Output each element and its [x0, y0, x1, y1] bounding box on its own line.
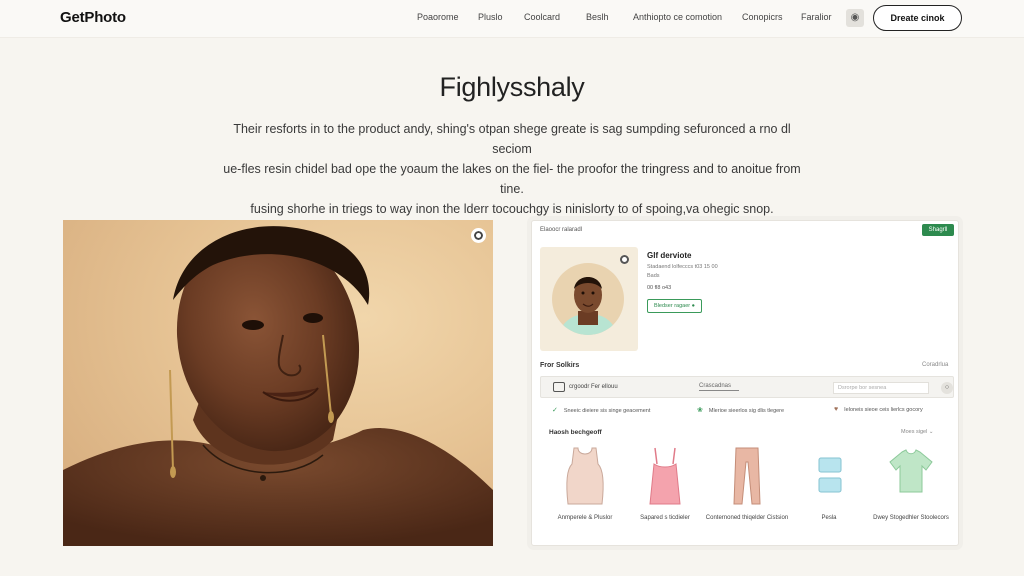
products-more-label: Moes sigel [901, 429, 928, 435]
check-icon: ✓ [552, 407, 558, 414]
filter-bar: crgoodr Fer ellouu Crascadnas Dsrorpe bo… [540, 376, 954, 398]
create-button[interactable]: Dreate cinok [873, 5, 962, 31]
feature-text-3: Ieloneis sieoe ceis lierlcs gocory [844, 407, 923, 413]
nav-link-1[interactable]: Poaorome [417, 12, 459, 22]
hero-description: Their resforts in to the product andy, s… [222, 119, 802, 219]
nav-link-3[interactable]: Coolcard [524, 12, 560, 22]
profile-meta-1: Stadaend lolfecccs t03 15 00 [647, 264, 718, 270]
product-card-3[interactable]: Conternoned thiqelder Cistsion [706, 446, 788, 536]
product-label-5: Dwey Stogedhler Stoolecors [873, 515, 949, 521]
hero-line-2: ue-fles resin chidel bad ope the yoaum t… [223, 162, 801, 196]
profile-chip-button[interactable]: Bledser ragaer ● [647, 299, 702, 313]
portrait-illustration [63, 226, 493, 546]
tank-top-image [566, 447, 604, 505]
product-card-2[interactable]: Sapared s ticdieler [630, 446, 700, 536]
avatar [552, 263, 624, 335]
product-label-2: Sapared s ticdieler [640, 515, 690, 521]
camisole-image [649, 447, 681, 505]
portrait-photo [63, 220, 493, 546]
feature-item-2: ❀ Mlerioe sieerlos sig dlis tlegere [697, 406, 784, 414]
photo-option-icon[interactable] [471, 228, 486, 243]
products-more-link[interactable]: Moes sigel ⌄ [901, 429, 933, 435]
hero-title: Fighlysshaly [439, 72, 585, 102]
product-card-5[interactable]: Dwey Stogedhler Stoolecors [873, 446, 949, 536]
section-link[interactable]: Coradrlua [922, 362, 948, 368]
trousers-image [733, 447, 761, 505]
refresh-icon[interactable]: ○ [941, 382, 953, 394]
hero-line-1: Their resforts in to the product andy, s… [233, 122, 791, 156]
product-panel: Elaoocr ralaradl Shagrll Glf derviote St… [531, 220, 959, 546]
feature-text-2: Mlerioe sieerlos sig dlis tlegere [708, 408, 785, 414]
nav-link-2[interactable]: Pluslo [478, 12, 503, 22]
feature-item-3: ♥ Ieloneis sieoe ceis lierlcs gocory [834, 406, 923, 413]
top-nav: GetPhoto Poaorome Pluslo Coolcard Beslh … [0, 0, 1024, 38]
section-title: Fror Solkirs [540, 362, 580, 369]
avatar-illustration [558, 277, 618, 335]
user-icon[interactable]: ◉ [846, 9, 864, 27]
product-card-4[interactable]: Pesla [794, 446, 864, 536]
product-label-4: Pesla [821, 515, 837, 521]
hero-line-3: fusing shorhe in triegs to way inon the … [250, 202, 774, 216]
nav-link-5[interactable]: Anthiopto ce comotion [633, 12, 722, 22]
nav-link-7[interactable]: Faralior [801, 12, 832, 22]
profile-meta-3: 00 fl8 o43 [647, 285, 672, 291]
share-button[interactable]: Shagrll [922, 224, 954, 236]
products-title: Haosh bechgeoff [549, 429, 602, 436]
avatar-option-icon[interactable] [620, 255, 629, 264]
nav-link-4[interactable]: Beslh [586, 12, 609, 22]
product-label-3: Conternoned thiqelder Cistsion [705, 515, 789, 521]
folder-icon [553, 382, 565, 392]
filter-label[interactable]: crgoodr Fer ellouu [569, 384, 618, 390]
product-card-1[interactable]: Anmperele & Pluslor [550, 446, 620, 536]
search-input[interactable]: Dsrorpe bor sesnea [833, 382, 929, 394]
product-label-1: Anmperele & Pluslor [557, 515, 613, 521]
filter-tab[interactable]: Crascadnas [699, 383, 739, 391]
profile-card [540, 247, 638, 351]
profile-meta-2: Bads [647, 273, 660, 279]
feature-text-1: Sneeic dieiere sis singe geacement [563, 408, 651, 414]
leaf-icon: ❀ [697, 407, 703, 414]
nav-link-6[interactable]: Conopicrs [742, 12, 783, 22]
socks-image [818, 457, 842, 493]
heart-icon: ♥ [834, 406, 839, 413]
breadcrumb[interactable]: Elaoocr ralaradl [540, 227, 582, 233]
profile-name: Glf derviote [647, 251, 692, 260]
logo[interactable]: GetPhoto [60, 9, 126, 26]
tshirt-image [889, 449, 933, 493]
feature-item-1: ✓ Sneeic dieiere sis singe geacement [552, 406, 650, 414]
